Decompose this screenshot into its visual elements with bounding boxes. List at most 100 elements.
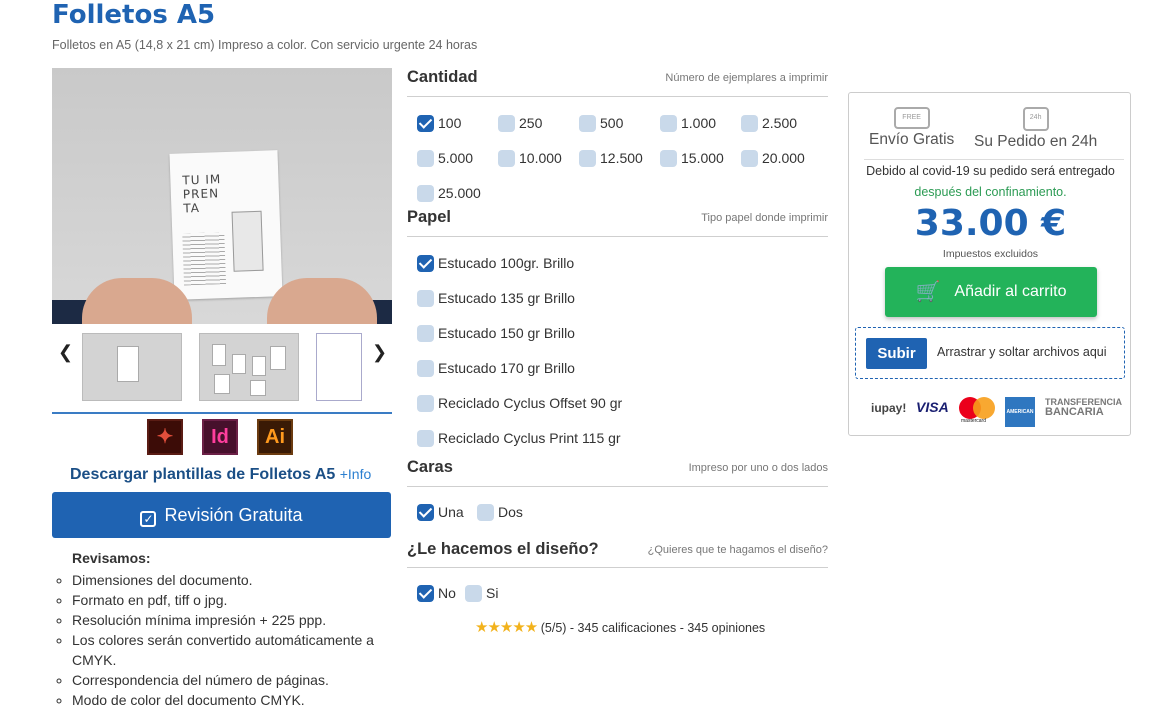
check-square-icon: ✓ <box>140 511 157 527</box>
checkbox-checked[interactable] <box>417 585 434 602</box>
checkbox[interactable] <box>417 430 434 447</box>
mastercard-text: mastercard <box>961 418 987 424</box>
thumbnail-2[interactable] <box>199 333 299 401</box>
quantity-option[interactable]: 20.000 <box>741 150 805 167</box>
quantity-option[interactable]: 10.000 <box>498 150 562 167</box>
checkbox[interactable] <box>579 150 596 167</box>
iupay-logo: iupay! <box>871 401 907 415</box>
checkbox[interactable] <box>417 395 434 412</box>
option-label: 12.500 <box>600 150 643 166</box>
cart-panel: FREE Envío Gratis 24h Su Pedido en 24h D… <box>848 92 1131 445</box>
paper-option[interactable]: Estucado 135 gr Brillo <box>417 290 575 307</box>
divider <box>407 96 828 97</box>
checkbox[interactable] <box>741 115 758 132</box>
flyer-text-lines <box>182 232 227 286</box>
design-section: ¿Le hacemos el diseño? ¿Quieres que te h… <box>407 540 828 610</box>
covid-link[interactable]: después del confinamiento. <box>914 185 1066 199</box>
checkbox[interactable] <box>465 585 482 602</box>
chevron-right-icon[interactable]: ❯ <box>372 342 387 363</box>
cart-icon: 🛒 <box>915 281 941 303</box>
checkbox[interactable] <box>417 185 434 202</box>
upload-button[interactable]: Subir <box>866 338 927 369</box>
checkbox[interactable] <box>417 290 434 307</box>
divider <box>407 236 828 237</box>
rating-count: - 345 calificaciones - 345 opiniones <box>569 621 766 635</box>
more-info-link[interactable]: +Info <box>340 466 372 482</box>
quantity-option[interactable]: 15.000 <box>660 150 724 167</box>
chevron-left-icon[interactable]: ❮ <box>58 342 73 363</box>
checkbox-checked[interactable] <box>417 504 434 521</box>
review-item: Dimensiones del documento. <box>72 570 392 590</box>
file-upload-zone[interactable]: Subir Arrastrar y soltar archivos aqui <box>855 327 1125 379</box>
illustrator-icon[interactable]: Ai <box>257 419 293 455</box>
quantity-option[interactable]: 500 <box>579 115 623 132</box>
option-label: 15.000 <box>681 150 724 166</box>
product-main-image[interactable]: TU IM PREN TA <box>52 68 392 324</box>
rating-score: (5/5) <box>540 621 567 635</box>
sides-option[interactable]: Una <box>417 504 464 521</box>
design-option[interactable]: Si <box>465 585 498 602</box>
quantity-option[interactable]: 25.000 <box>417 185 481 202</box>
free-shipping: FREE Envío Gratis <box>869 107 954 149</box>
add-to-cart-label: Añadir al carrito <box>954 283 1067 300</box>
checkbox[interactable] <box>660 150 677 167</box>
review-heading: Revisamos: <box>72 550 151 566</box>
quantity-option[interactable]: 12.500 <box>579 150 643 167</box>
sides-hint: Impreso por uno o dos lados <box>688 462 828 474</box>
option-label: 25.000 <box>438 185 481 201</box>
option-label: 100 <box>438 115 462 131</box>
checkbox-checked[interactable] <box>417 255 434 272</box>
option-label: Si <box>486 585 499 601</box>
review-item: Correspondencia del número de páginas. <box>72 670 392 690</box>
checkbox-checked[interactable] <box>417 115 434 132</box>
sides-option[interactable]: Dos <box>477 504 523 521</box>
download-templates-label[interactable]: Descargar plantillas de Folletos A5 <box>70 466 335 483</box>
quantity-option[interactable]: 5.000 <box>417 150 473 167</box>
thumbnail-1[interactable] <box>82 333 182 401</box>
page-title: Folletos A5 <box>52 0 216 30</box>
option-label: Estucado 150 gr Brillo <box>438 325 575 341</box>
divider <box>407 486 828 487</box>
paper-option[interactable]: Reciclado Cyclus Print 115 gr <box>417 430 621 447</box>
checkbox[interactable] <box>417 325 434 342</box>
divider <box>407 567 828 568</box>
checkbox[interactable] <box>579 115 596 132</box>
add-to-cart-button[interactable]: 🛒 Añadir al carrito <box>885 267 1097 317</box>
acrobat-pdf-icon[interactable]: ✦ <box>147 419 183 455</box>
checkbox[interactable] <box>477 504 494 521</box>
thumbnail-3[interactable] <box>316 333 362 401</box>
quantity-option[interactable]: 250 <box>498 115 542 132</box>
option-label: 1.000 <box>681 115 717 131</box>
option-label: Reciclado Cyclus Print 115 gr <box>438 430 621 446</box>
download-templates[interactable]: Descargar plantillas de Folletos A5 +Inf… <box>70 466 371 484</box>
payment-methods: iupay! VISA mastercard AMERICAN EXPRESS … <box>871 393 1122 445</box>
paper-option[interactable]: Estucado 170 gr Brillo <box>417 360 575 377</box>
paper-option[interactable]: Estucado 150 gr Brillo <box>417 325 575 342</box>
design-option[interactable]: No <box>417 585 456 602</box>
page-subtitle: Folletos en A5 (14,8 x 21 cm) Impreso a … <box>52 38 478 52</box>
review-item: Los colores serán convertido automáticam… <box>72 630 392 670</box>
free-review-button[interactable]: ✓ Revisión Gratuita <box>52 492 391 538</box>
thumbnail-carousel: ❮ ❯ <box>52 326 392 414</box>
flyer-photo: TU IM PREN TA <box>169 150 283 300</box>
price: 33.00 € <box>914 203 1067 244</box>
paper-option[interactable]: Estucado 100gr. Brillo <box>417 255 574 272</box>
quantity-option[interactable]: 2.500 <box>741 115 797 132</box>
hand-right <box>267 278 377 324</box>
checkbox[interactable] <box>498 115 515 132</box>
checkbox[interactable] <box>498 150 515 167</box>
paper-option[interactable]: Reciclado Cyclus Offset 90 gr <box>417 395 622 412</box>
indesign-icon[interactable]: Id <box>202 419 238 455</box>
paper-section: Papel Tipo papel donde imprimir Estucado… <box>407 208 828 458</box>
checkbox[interactable] <box>660 115 677 132</box>
quantity-option[interactable]: 1.000 <box>660 115 716 132</box>
quantity-option[interactable]: 100 <box>417 115 461 132</box>
visa-logo: VISA <box>916 399 949 415</box>
checkbox[interactable] <box>417 150 434 167</box>
sides-section: Caras Impreso por uno o dos lados Una Do… <box>407 458 828 528</box>
checkbox[interactable] <box>417 360 434 377</box>
review-item: Modo de color del documento CMYK. <box>72 690 392 705</box>
product-rating[interactable]: ★★★★★ (5/5) - 345 calificaciones - 345 o… <box>475 618 765 636</box>
option-label: Reciclado Cyclus Offset 90 gr <box>438 395 623 411</box>
checkbox[interactable] <box>741 150 758 167</box>
